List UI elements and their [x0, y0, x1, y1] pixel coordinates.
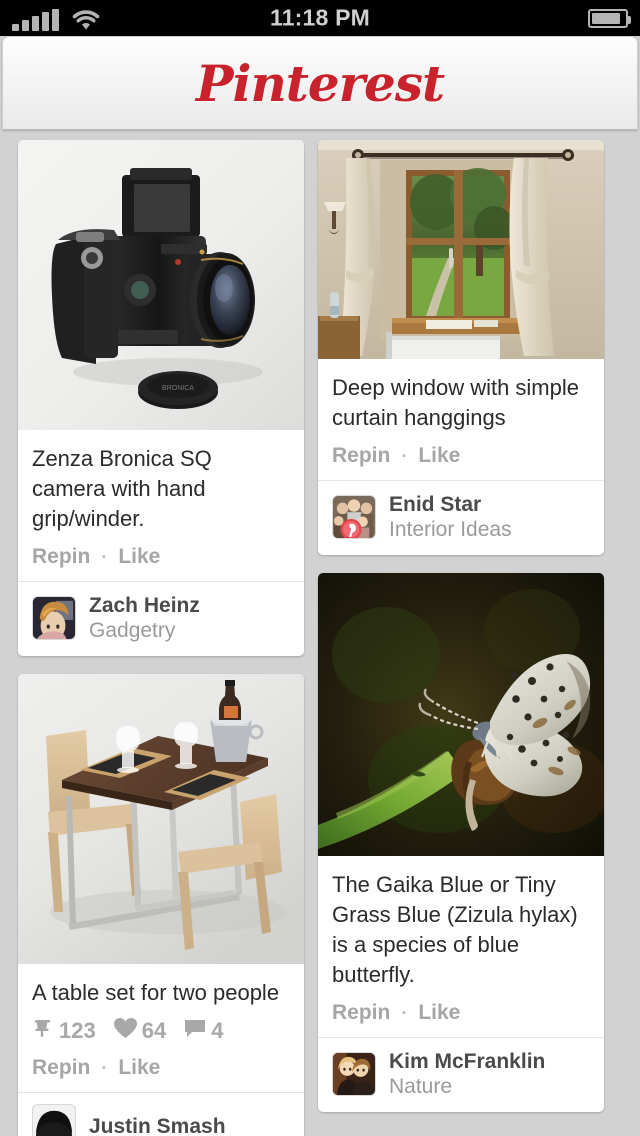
- action-separator: ·: [401, 1003, 407, 1024]
- pin-actions: Repin · Like: [32, 545, 290, 569]
- battery-icon: [588, 9, 628, 28]
- pin-image-camera[interactable]: BRONICA: [18, 140, 304, 430]
- pin-body-butterfly: The Gaika Blue or Tiny Grass Blue (Zizul…: [318, 856, 604, 1037]
- pin-stats: 123 64: [32, 1017, 290, 1045]
- pin-description: Zenza Bronica SQ camera with hand grip/w…: [32, 444, 290, 534]
- pin-board-name[interactable]: Gadgetry: [89, 618, 200, 643]
- like-button[interactable]: Like: [418, 444, 460, 468]
- pin-user-name[interactable]: Enid Star: [389, 492, 512, 517]
- avatar[interactable]: [32, 596, 76, 640]
- pin-feed: BRONICA Zenza Bronica SQ camera with han…: [0, 130, 640, 1136]
- repin-button[interactable]: Repin: [32, 1056, 90, 1080]
- feed-column-left: BRONICA Zenza Bronica SQ camera with han…: [18, 140, 304, 1136]
- pin-body-camera: Zenza Bronica SQ camera with hand grip/w…: [18, 430, 304, 581]
- attribution-text: Justin Smash: [89, 1114, 226, 1136]
- pin-image-window[interactable]: [318, 140, 604, 359]
- pin-actions: Repin · Like: [332, 1001, 590, 1025]
- pin-actions: Repin · Like: [32, 1056, 290, 1080]
- avatar[interactable]: [332, 495, 376, 539]
- like-count: 64: [142, 1018, 166, 1044]
- pin-image-butterfly[interactable]: [318, 573, 604, 856]
- status-bar-clock: 11:18 PM: [0, 5, 640, 32]
- comment-count: 4: [211, 1018, 223, 1044]
- repin-button[interactable]: Repin: [332, 444, 390, 468]
- repin-button[interactable]: Repin: [332, 1001, 390, 1025]
- action-separator: ·: [401, 446, 407, 467]
- pinterest-logo[interactable]: Pinterest: [196, 54, 444, 113]
- pin-description: The Gaika Blue or Tiny Grass Blue (Zizul…: [332, 870, 590, 990]
- pin-description: A table set for two people: [32, 978, 290, 1008]
- repin-count-stat: 123: [32, 1017, 96, 1045]
- feed-column-right: Deep window with simple curtain hangging…: [318, 140, 604, 1136]
- avatar[interactable]: [32, 1104, 76, 1136]
- like-button[interactable]: Like: [118, 1056, 160, 1080]
- pin-attribution[interactable]: Zach Heinz Gadgetry: [18, 581, 304, 656]
- pin-user-name[interactable]: Zach Heinz: [89, 593, 200, 618]
- pin-card-camera[interactable]: BRONICA Zenza Bronica SQ camera with han…: [18, 140, 304, 656]
- pin-card-table[interactable]: A table set for two people 123: [18, 674, 304, 1136]
- attribution-text: Zach Heinz Gadgetry: [89, 593, 200, 643]
- repin-button[interactable]: Repin: [32, 545, 90, 569]
- pushpin-icon: [32, 1017, 54, 1045]
- action-separator: ·: [101, 1058, 107, 1079]
- pin-board-name[interactable]: Interior Ideas: [389, 517, 512, 542]
- action-separator: ·: [101, 547, 107, 568]
- pin-image-table[interactable]: [18, 674, 304, 964]
- pin-attribution[interactable]: Kim McFranklin Nature: [318, 1037, 604, 1112]
- pin-description: Deep window with simple curtain hangging…: [332, 373, 590, 433]
- status-bar: 11:18 PM: [0, 0, 640, 36]
- avatar[interactable]: [332, 1052, 376, 1096]
- pin-body-window: Deep window with simple curtain hangging…: [318, 359, 604, 480]
- pin-user-name[interactable]: Kim McFranklin: [389, 1049, 545, 1074]
- pin-board-name[interactable]: Nature: [389, 1074, 545, 1099]
- pin-card-butterfly[interactable]: The Gaika Blue or Tiny Grass Blue (Zizul…: [318, 573, 604, 1112]
- pin-attribution[interactable]: Enid Star Interior Ideas: [318, 480, 604, 555]
- pin-actions: Repin · Like: [332, 444, 590, 468]
- pin-card-window[interactable]: Deep window with simple curtain hangging…: [318, 140, 604, 555]
- pinterest-app-screen: 11:18 PM Pinterest: [0, 0, 640, 1136]
- like-button[interactable]: Like: [418, 1001, 460, 1025]
- like-button[interactable]: Like: [118, 545, 160, 569]
- repin-count: 123: [59, 1018, 96, 1044]
- svg-text:BRONICA: BRONICA: [162, 385, 194, 392]
- heart-icon: [114, 1018, 137, 1045]
- pin-attribution[interactable]: Justin Smash: [18, 1092, 304, 1136]
- app-header: Pinterest: [2, 36, 638, 130]
- like-count-stat: 64: [114, 1018, 166, 1045]
- attribution-text: Kim McFranklin Nature: [389, 1049, 545, 1099]
- comment-count-stat: 4: [184, 1018, 223, 1044]
- pin-user-name[interactable]: Justin Smash: [89, 1114, 226, 1136]
- pin-body-table: A table set for two people 123: [18, 964, 304, 1092]
- comment-bubble-icon: [184, 1018, 206, 1044]
- attribution-text: Enid Star Interior Ideas: [389, 492, 512, 542]
